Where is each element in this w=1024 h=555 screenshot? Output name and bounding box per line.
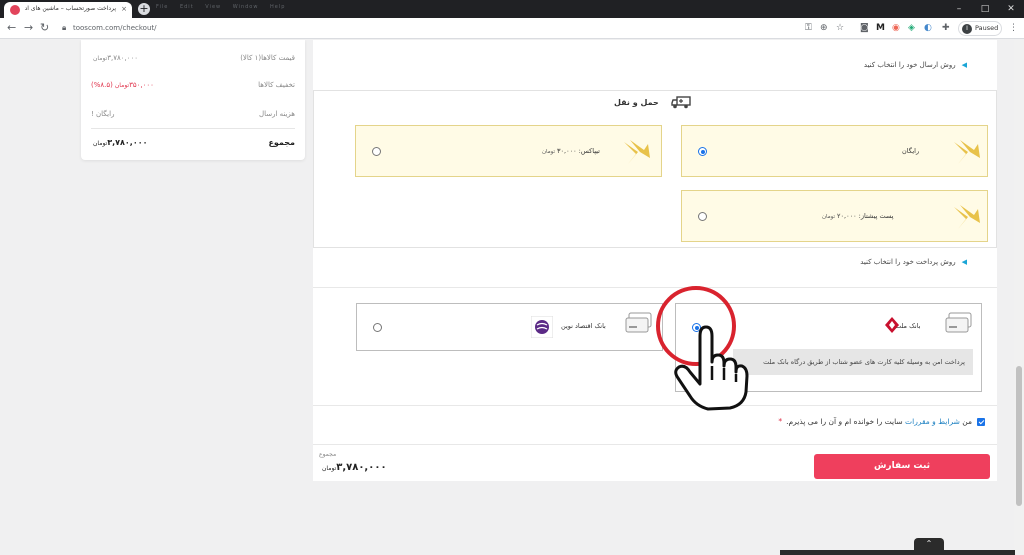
- address-bar[interactable]: 🔒︎ tooscom.com/checkout/: [56, 20, 800, 37]
- shipping-option-free[interactable]: رایگان: [681, 125, 988, 177]
- summary-value: ۳,۷۸۰,۰۰۰تومان: [93, 54, 138, 62]
- scroll-to-top-bar: [780, 550, 1015, 555]
- page-scrollbar[interactable]: [1014, 40, 1024, 555]
- extension-c-icon[interactable]: ◐: [924, 22, 932, 34]
- kebab-menu-icon[interactable]: ⋮: [1009, 22, 1018, 34]
- site-favicon-icon: [10, 5, 20, 15]
- summary-label: قیمت کالاها(۱ کالا): [240, 54, 295, 62]
- camera-icon[interactable]: ◙: [860, 22, 869, 34]
- mega-icon[interactable]: M: [876, 22, 885, 34]
- footer-total-label: مجموع: [319, 451, 337, 458]
- tab-title: پرداخت صورتحساب – ماشین های اداری ...: [24, 5, 116, 12]
- required-mark: *: [778, 417, 783, 426]
- submit-order-button[interactable]: ثبت سفارش: [814, 454, 990, 479]
- close-tab-icon[interactable]: ×: [121, 5, 127, 14]
- maximize-icon[interactable]: □: [972, 0, 998, 18]
- chevron-up-icon[interactable]: ⌃: [914, 538, 944, 550]
- summary-value: ۳۵۰,۰۰۰تومان(۸.۵%): [91, 81, 154, 89]
- order-summary-card: قیمت کالاها(۱ کالا) ۳,۷۸۰,۰۰۰تومان تخفیف…: [81, 40, 305, 160]
- radio-button[interactable]: [692, 323, 701, 332]
- shipping-option-label: تیپاکس: ۳۰,۰۰۰تومان: [542, 147, 600, 155]
- payment-description: پرداخت امن به وسیله کلیه کارت های عضو شت…: [733, 349, 973, 375]
- terms-checkbox[interactable]: [977, 418, 985, 426]
- order-footer: مجموع ۳,۷۸۰,۰۰۰تومان ثبت سفارش: [313, 444, 997, 481]
- terms-link[interactable]: شرایط و مقررات: [905, 417, 960, 426]
- divider: [91, 128, 295, 129]
- reload-icon[interactable]: ↻: [40, 21, 49, 35]
- radio-button[interactable]: [372, 147, 381, 156]
- checkout-main: ◀روش ارسال خود را انتخاب کنید حمل و نقل …: [313, 40, 997, 481]
- radio-button[interactable]: [698, 212, 707, 221]
- shipping-box-title: حمل و نقل: [614, 98, 659, 107]
- app-menu-bar: File Edit View Window Help: [156, 4, 294, 10]
- puzzle-icon[interactable]: ✚: [942, 22, 950, 34]
- shipping-option-label: رایگان: [902, 147, 920, 155]
- scrollbar-thumb[interactable]: [1016, 366, 1022, 506]
- profile-button[interactable]: I Paused: [958, 21, 1002, 36]
- bank-eghtesad-novin-logo-icon: [531, 316, 553, 338]
- summary-label: هزینه ارسال: [258, 110, 295, 118]
- payment-section-title: ◀روش پرداخت خود را انتخاب کنید: [860, 258, 967, 266]
- close-window-icon[interactable]: ✕: [998, 0, 1024, 18]
- bank-mellat-logo-icon: [885, 317, 899, 333]
- extension-b-icon[interactable]: ◈: [908, 22, 915, 34]
- shipping-option-post-pishtaz[interactable]: پست پیشتاز: ۲۰,۰۰۰تومان: [681, 190, 988, 242]
- browser-tab-strip: پرداخت صورتحساب – ماشین های اداری ... × …: [0, 0, 1024, 18]
- shipping-option-tipax[interactable]: تیپاکس: ۳۰,۰۰۰تومان: [355, 125, 662, 177]
- summary-row-shipping: هزینه ارسال رایگان !: [91, 110, 295, 124]
- payment-box: بانک ملت بانک اقتصاد نوین: [313, 287, 997, 406]
- terms-prefix: من: [962, 417, 972, 426]
- caret-left-icon: ◀: [961, 258, 967, 266]
- terms-agreement: من شرایط و مقررات سایت را خوانده ام و آن…: [778, 417, 985, 426]
- caret-left-icon: ◀: [961, 61, 967, 69]
- menu-help[interactable]: Help: [270, 4, 285, 10]
- forward-arrow-icon[interactable]: →: [24, 21, 33, 35]
- menu-edit[interactable]: Edit: [180, 4, 194, 10]
- payment-option-mellat[interactable]: بانک ملت: [675, 303, 982, 392]
- menu-view[interactable]: View: [205, 4, 221, 10]
- summary-row-total: مجموع ۳,۷۸۰,۰۰۰تومان: [91, 138, 295, 152]
- shipping-section-title: ◀روش ارسال خود را انتخاب کنید: [863, 61, 967, 69]
- summary-total-label: مجموع: [268, 138, 295, 147]
- post-logo-icon: [954, 140, 980, 164]
- payment-option-eghtesad-novin[interactable]: بانک اقتصاد نوین: [356, 303, 663, 351]
- avatar: I: [962, 24, 972, 34]
- summary-label: تخفیف کالاها: [258, 81, 295, 89]
- post-logo-icon: [954, 205, 980, 229]
- summary-total-value: ۳,۷۸۰,۰۰۰تومان: [93, 138, 148, 147]
- radio-button[interactable]: [698, 147, 707, 156]
- browser-toolbar: ← → ↻ 🔒︎ tooscom.com/checkout/ ⚿ ⊕ ☆ ◙ M…: [0, 18, 1024, 39]
- profile-status: Paused: [975, 24, 999, 32]
- browser-tab[interactable]: پرداخت صورتحساب – ماشین های اداری ... ×: [4, 2, 132, 18]
- menu-window[interactable]: Window: [233, 4, 259, 10]
- zoom-icon[interactable]: ⊕: [820, 22, 828, 34]
- footer-total-value: ۳,۷۸۰,۰۰۰تومان: [322, 462, 387, 473]
- summary-value: رایگان !: [91, 110, 115, 118]
- star-icon[interactable]: ☆: [836, 22, 844, 34]
- window-controls: – □ ✕: [946, 0, 1024, 18]
- post-logo-icon: [624, 140, 650, 164]
- truck-icon: [671, 96, 691, 109]
- payment-option-label: بانک اقتصاد نوین: [561, 322, 606, 330]
- card-icon: [945, 312, 972, 333]
- summary-row-items-price: قیمت کالاها(۱ کالا) ۳,۷۸۰,۰۰۰تومان: [91, 54, 295, 68]
- shipping-box: حمل و نقل رایگان تیپاکس: ۳۰,۰۰۰تومان پست…: [313, 90, 997, 248]
- key-icon[interactable]: ⚿: [805, 22, 812, 34]
- checkout-page: قیمت کالاها(۱ کالا) ۳,۷۸۰,۰۰۰تومان تخفیف…: [0, 40, 1014, 555]
- scroll-to-top[interactable]: ⌃: [780, 538, 1015, 555]
- menu-file[interactable]: File: [156, 4, 168, 10]
- minimize-icon[interactable]: –: [946, 0, 972, 18]
- lock-icon[interactable]: 🔒︎: [62, 23, 66, 33]
- summary-row-discount: تخفیف کالاها ۳۵۰,۰۰۰تومان(۸.۵%): [91, 81, 295, 95]
- shipping-option-label: پست پیشتاز: ۲۰,۰۰۰تومان: [822, 212, 894, 220]
- new-tab-button[interactable]: +: [138, 3, 150, 15]
- discount-percent: (۸.۵%): [91, 81, 113, 89]
- card-icon: [625, 312, 652, 333]
- extension-a-icon[interactable]: ◉: [892, 22, 900, 34]
- terms-suffix: سایت را خوانده ام و آن را می پذیرم.: [786, 417, 903, 426]
- url-text[interactable]: tooscom.com/checkout/: [73, 23, 157, 33]
- back-arrow-icon[interactable]: ←: [7, 21, 16, 35]
- radio-button[interactable]: [373, 323, 382, 332]
